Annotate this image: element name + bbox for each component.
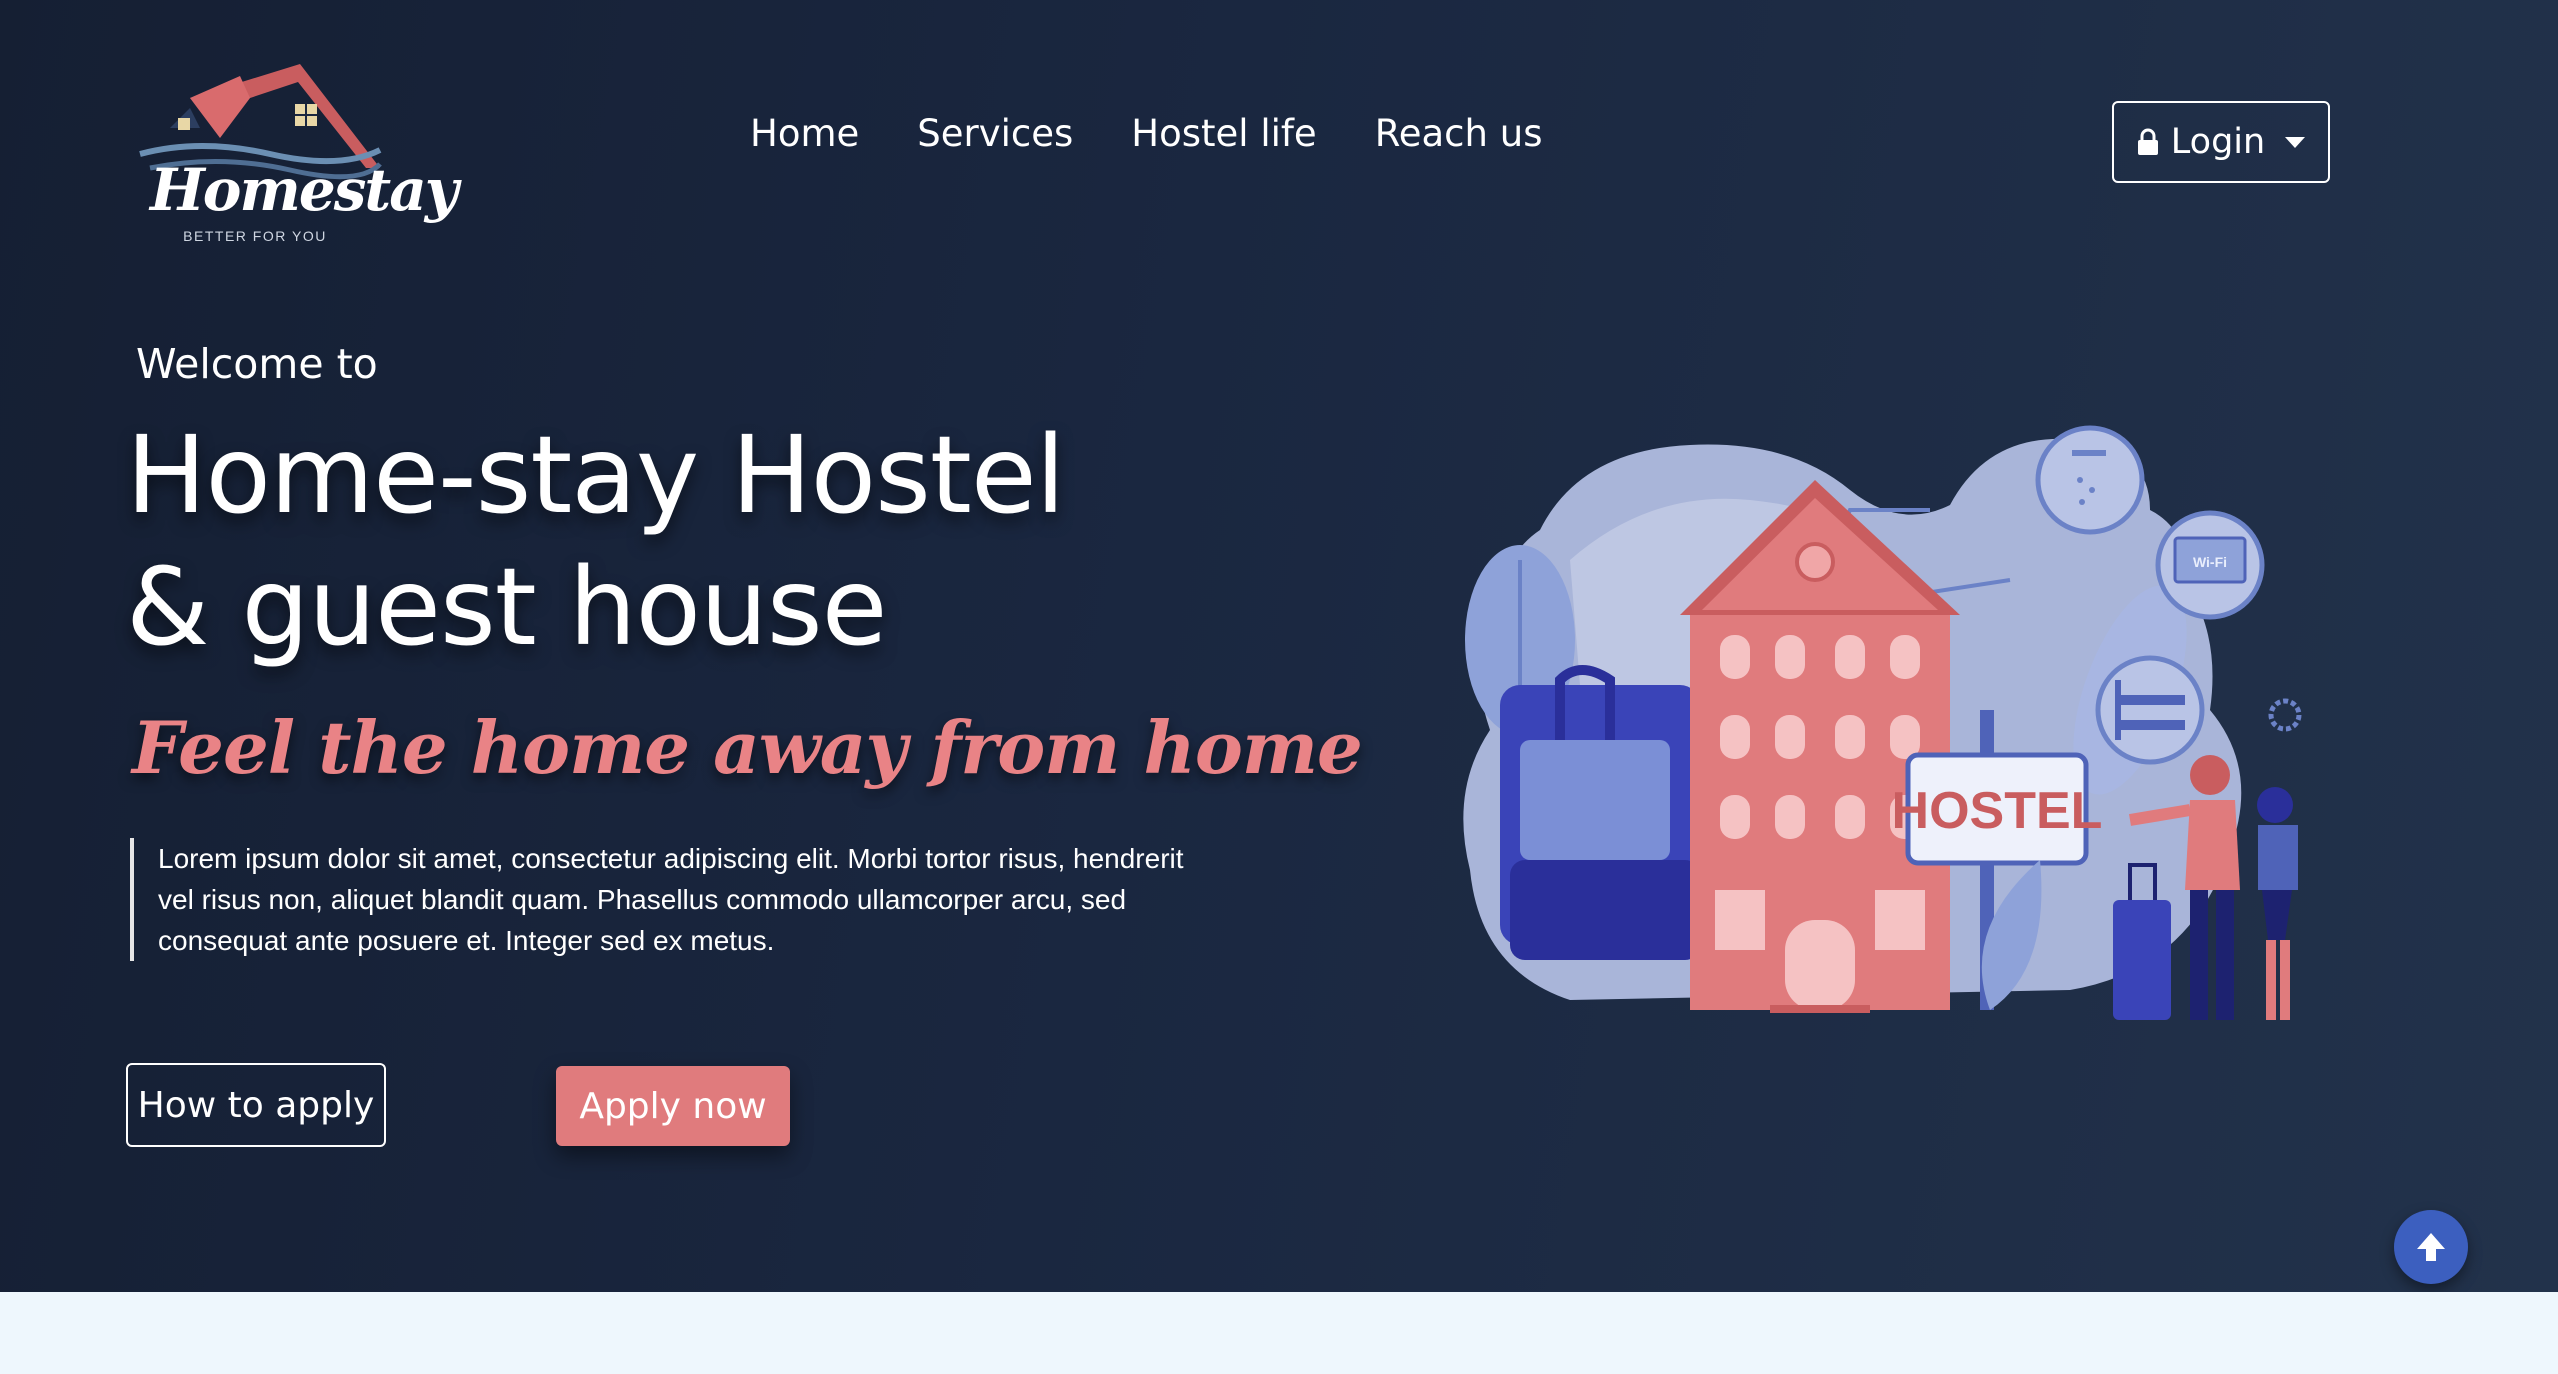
welcome-text: Welcome to <box>136 340 378 388</box>
hero-title: Home-stay Hostel & guest house <box>126 410 1276 674</box>
login-label: Login <box>2170 122 2266 162</box>
next-section-band <box>0 1292 2558 1374</box>
main-nav: Home Services Hostel life Reach us <box>750 112 1542 155</box>
lock-icon <box>2137 128 2158 155</box>
wifi-label: Wi-Fi <box>2193 554 2227 570</box>
apply-now-button[interactable]: Apply now <box>556 1066 790 1146</box>
brand-logo[interactable]: Homestay BETTER FOR YOU <box>130 58 458 258</box>
hero-description: Lorem ipsum dolor sit amet, consectetur … <box>130 838 1198 961</box>
logo-wordmark: Homestay <box>150 156 458 224</box>
nav-hostel-life[interactable]: Hostel life <box>1131 112 1316 155</box>
hero-title-line-1: Home-stay Hostel <box>126 414 1065 538</box>
nav-home[interactable]: Home <box>750 112 859 155</box>
hero-tagline: Feel the home away from home <box>132 705 1363 790</box>
nav-reach-us[interactable]: Reach us <box>1375 112 1543 155</box>
arrow-up-icon <box>2417 1233 2445 1261</box>
hostel-illustration: Wi-Fi HOSTEL <box>1463 425 2302 1020</box>
scroll-to-top-button[interactable] <box>2394 1210 2468 1284</box>
caret-down-icon <box>2285 136 2306 148</box>
hostel-sign-text: HOSTEL <box>1892 782 2103 840</box>
login-dropdown-button[interactable]: Login <box>2112 101 2330 183</box>
hero-section: Homestay BETTER FOR YOU Home Services Ho… <box>0 0 2558 1292</box>
nav-services[interactable]: Services <box>917 112 1073 155</box>
how-to-apply-button[interactable]: How to apply <box>126 1063 386 1147</box>
hero-title-line-2: & guest house <box>126 546 887 670</box>
logo-tagline: BETTER FOR YOU <box>183 228 327 244</box>
